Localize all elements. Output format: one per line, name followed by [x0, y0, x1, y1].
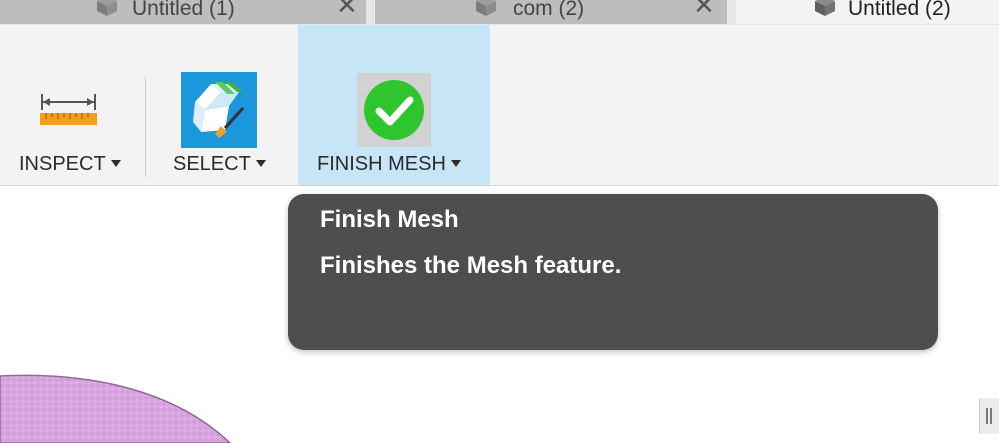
toolbar-divider	[145, 77, 146, 177]
tab-untitled-2[interactable]: Untitled (2)	[736, 0, 999, 24]
chevron-down-icon	[450, 160, 461, 167]
tooltip-title: Finish Mesh	[320, 206, 459, 233]
finish-mesh-tooltip: Finish Mesh Finishes the Mesh feature.	[288, 194, 938, 350]
document-tab-bar: Untitled (1) ✕ com (2) ✕ Untitled (2)	[0, 0, 999, 25]
tab-com-2[interactable]: com (2) ✕	[375, 0, 727, 24]
finish-mesh-label[interactable]: FINISH MESH	[317, 153, 461, 176]
design-cube-icon	[476, 0, 496, 16]
inspect-group[interactable]: INSPECT	[0, 25, 140, 185]
ruler-measure-icon	[40, 94, 97, 125]
ribbon-toolbar: INSPECT SELECT FINISH MESH	[0, 25, 999, 186]
close-tab-icon[interactable]: ✕	[336, 0, 358, 18]
tab-label: Untitled (1)	[132, 0, 235, 20]
chevron-down-icon	[110, 160, 121, 167]
chevron-down-icon	[255, 160, 266, 167]
inspect-label[interactable]: INSPECT	[19, 153, 121, 176]
tab-label: com (2)	[513, 0, 585, 20]
design-cube-icon	[97, 0, 117, 16]
design-cube-icon	[815, 0, 835, 16]
tab-label: Untitled (2)	[848, 0, 951, 20]
select-group[interactable]: SELECT	[150, 25, 290, 185]
panel-resize-handle[interactable]	[979, 398, 999, 434]
green-checkmark-icon	[364, 80, 424, 140]
finish-mesh-button[interactable]	[357, 73, 431, 147]
grip-icon	[986, 408, 992, 424]
tooltip-description: Finishes the Mesh feature.	[320, 252, 622, 279]
select-paintbrush-icon	[181, 72, 257, 148]
select-label[interactable]: SELECT	[173, 153, 266, 176]
tab-untitled-1[interactable]: Untitled (1) ✕	[0, 0, 366, 24]
close-tab-icon[interactable]: ✕	[693, 0, 715, 18]
finish-mesh-group[interactable]: FINISH MESH	[298, 25, 490, 185]
